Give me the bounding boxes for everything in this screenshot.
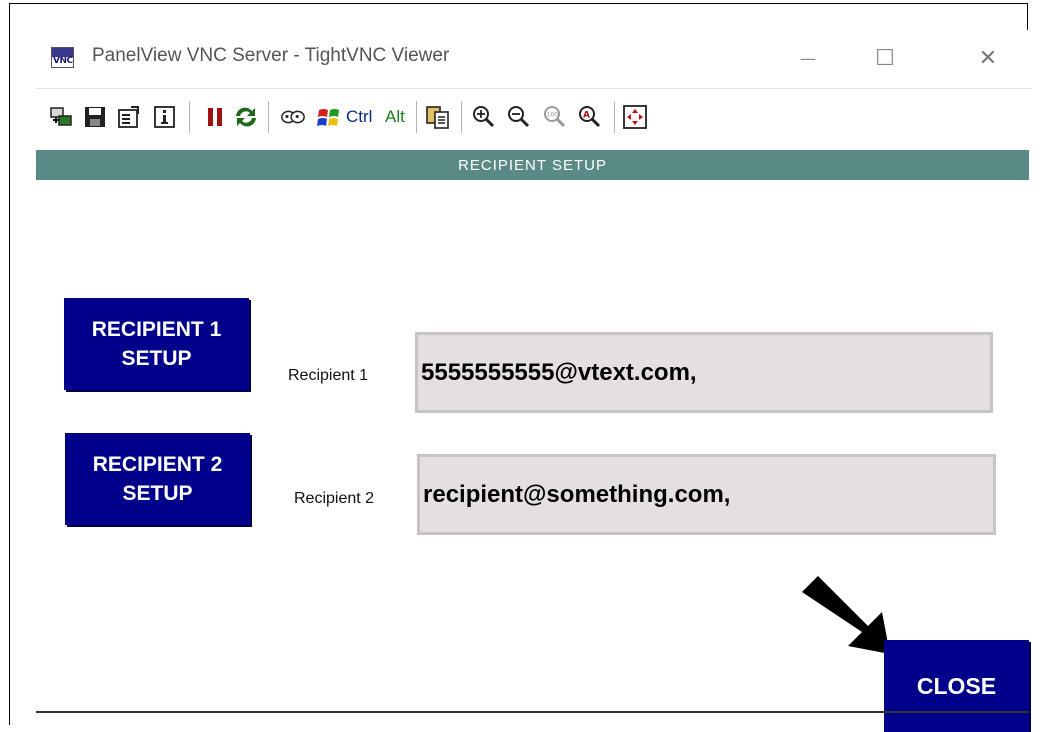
screen-header: RECIPIENT SETUP — [36, 150, 1029, 180]
recipient-1-value: 5555555555@vtext.com, — [421, 358, 697, 386]
toolbar-separator — [189, 101, 190, 133]
tightvnc-app-icon: VNC — [51, 47, 74, 68]
recipient-1-setup-button[interactable]: RECIPIENT 1 SETUP — [64, 298, 249, 390]
recipient-2-field[interactable]: recipient@something.com, — [417, 454, 996, 535]
toolbar-separator — [461, 101, 462, 133]
recipient-1-setup-line1: RECIPIENT 1 — [91, 318, 222, 341]
fullscreen-button[interactable] — [622, 104, 648, 130]
window-title: PanelView VNC Server - TightVNC Viewer — [92, 45, 450, 66]
svg-text:A: A — [583, 111, 590, 121]
clipboard-button[interactable] — [425, 104, 451, 130]
toolbar-separator — [268, 101, 269, 133]
pause-button[interactable] — [202, 104, 228, 130]
zoom-in-button[interactable] — [471, 104, 497, 130]
save-icon — [85, 107, 105, 127]
recipient-2-setup-button[interactable]: RECIPIENT 2 SETUP — [65, 433, 250, 525]
close-window-button[interactable]: ✕ — [966, 40, 1010, 76]
zoom-in-icon — [473, 106, 495, 128]
toolbar-separator — [416, 101, 417, 133]
zoom-auto-icon: A — [579, 106, 601, 128]
ctrl-key-button[interactable]: Ctrl — [346, 107, 372, 127]
refresh-button[interactable] — [233, 104, 259, 130]
zoom-out-icon — [508, 106, 530, 128]
close-icon: ✕ — [978, 45, 998, 71]
pointer-arrow-icon — [802, 576, 890, 654]
zoom-out-button[interactable] — [506, 104, 532, 130]
toolbar-separator — [614, 101, 615, 133]
recipient-2-setup-line1: RECIPIENT 2 — [92, 453, 223, 476]
recipient-2-value: recipient@something.com, — [423, 480, 731, 508]
ctrl-alt-del-icon — [281, 110, 305, 124]
vnc-viewer-window: VNC PanelView VNC Server - TightVNC View… — [36, 30, 1031, 732]
info-button[interactable] — [152, 104, 178, 130]
clipboard-icon — [426, 106, 449, 129]
recipient-1-setup-line2: SETUP — [121, 347, 192, 370]
recipient-setup-screen: RECIPIENT 1 SETUP Recipient 1 5555555555… — [36, 180, 1031, 732]
ctrl-alt-del-button[interactable] — [280, 104, 306, 130]
options-icon — [118, 106, 139, 128]
minimize-button[interactable]: — — [786, 40, 830, 76]
maximize-icon: ☐ — [875, 45, 895, 71]
title-bar: VNC PanelView VNC Server - TightVNC View… — [36, 30, 1031, 86]
close-button-label: CLOSE — [916, 672, 997, 699]
toolbar: Ctrl Alt 100 A — [36, 88, 1031, 149]
bottom-border — [36, 711, 1029, 713]
win-key-button[interactable] — [316, 104, 342, 130]
close-button[interactable]: CLOSE — [884, 640, 1029, 732]
recipient-1-label: Recipient 1 — [288, 367, 369, 384]
minimize-icon: — — [800, 48, 816, 68]
pause-icon — [208, 108, 222, 126]
zoom-auto-button[interactable]: A — [577, 104, 603, 130]
new-connection-button[interactable] — [48, 104, 74, 130]
new-connection-icon — [50, 107, 72, 126]
zoom-100-button[interactable]: 100 — [542, 104, 568, 130]
save-button[interactable] — [82, 104, 108, 130]
svg-text:100: 100 — [547, 112, 559, 119]
refresh-icon — [236, 107, 256, 127]
maximize-button[interactable]: ☐ — [863, 40, 907, 76]
recipient-2-label: Recipient 2 — [294, 490, 375, 507]
alt-key-button[interactable]: Alt — [385, 107, 405, 127]
win-key-icon — [317, 109, 339, 126]
recipient-2-setup-line2: SETUP — [122, 482, 193, 505]
zoom-100-icon: 100 — [544, 106, 566, 128]
info-icon — [154, 106, 175, 128]
recipient-1-field[interactable]: 5555555555@vtext.com, — [415, 332, 993, 413]
options-button[interactable] — [116, 104, 142, 130]
fullscreen-icon — [623, 105, 647, 129]
